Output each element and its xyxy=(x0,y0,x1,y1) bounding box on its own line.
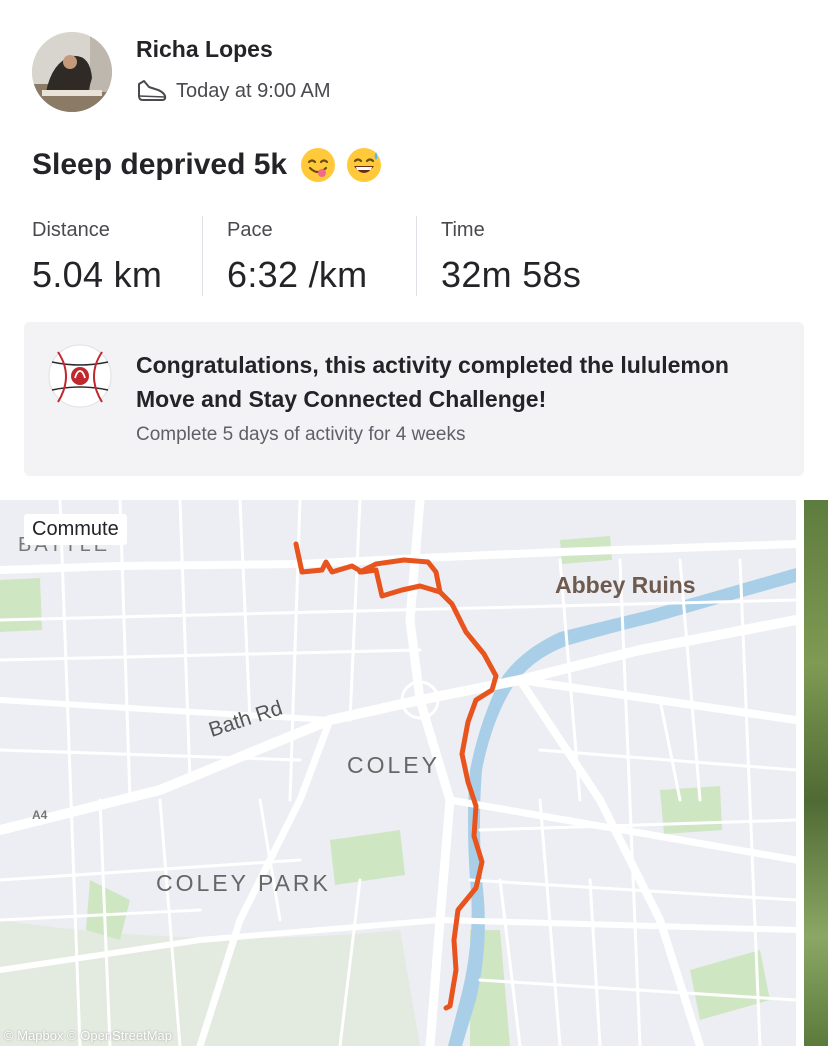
challenge-card[interactable]: Congratulations, this activity completed… xyxy=(24,322,804,476)
map-label-coley-park: COLEY PARK xyxy=(156,870,331,896)
activity-title-text: Sleep deprived 5k xyxy=(32,148,288,181)
stat-value: 6:32 /km xyxy=(227,254,368,295)
grinning-sweat-emoji xyxy=(347,148,382,182)
activity-title[interactable]: Sleep deprived 5k xyxy=(32,146,383,184)
commute-tag: Commute xyxy=(24,514,127,545)
activity-header: Richa Lopes Today at 9:00 AM xyxy=(0,0,828,130)
stat-value: 32m 58s xyxy=(441,254,582,295)
map-label-a4: A4 xyxy=(32,808,48,822)
photo-thumbnail[interactable] xyxy=(804,500,828,1046)
stat-value: 5.04 km xyxy=(32,254,163,295)
activity-timestamp: Today at 9:00 AM xyxy=(176,79,331,102)
activity-meta: Today at 9:00 AM xyxy=(136,76,331,106)
stat-label: Distance xyxy=(32,219,110,241)
challenge-title: Congratulations, this activity completed… xyxy=(136,352,729,412)
map-label-coley: COLEY xyxy=(347,752,440,778)
activity-stats: Distance 5.04 km Pace 6:32 /km Time 32m … xyxy=(32,216,616,296)
stat-pace: Pace 6:32 /km xyxy=(202,216,416,296)
stat-time: Time 32m 58s xyxy=(416,216,616,296)
stat-label: Pace xyxy=(227,219,273,241)
challenge-subtitle: Complete 5 days of activity for 4 weeks xyxy=(136,424,466,445)
avatar[interactable] xyxy=(32,32,112,112)
map-attribution[interactable]: © Mapbox © OpenStreetMap xyxy=(4,1028,172,1043)
stat-distance: Distance 5.04 km xyxy=(32,216,202,296)
shoe-icon xyxy=(138,80,167,101)
face-savoring-food-emoji xyxy=(301,148,336,182)
athlete-name[interactable]: Richa Lopes xyxy=(136,36,273,63)
route-map[interactable]: BATTLE Commute Abbey Ruins Bath Rd COLEY… xyxy=(0,500,796,1046)
map-label-abbey-ruins: Abbey Ruins xyxy=(555,572,696,598)
lululemon-badge-icon xyxy=(48,344,112,408)
stat-label: Time xyxy=(441,219,485,241)
